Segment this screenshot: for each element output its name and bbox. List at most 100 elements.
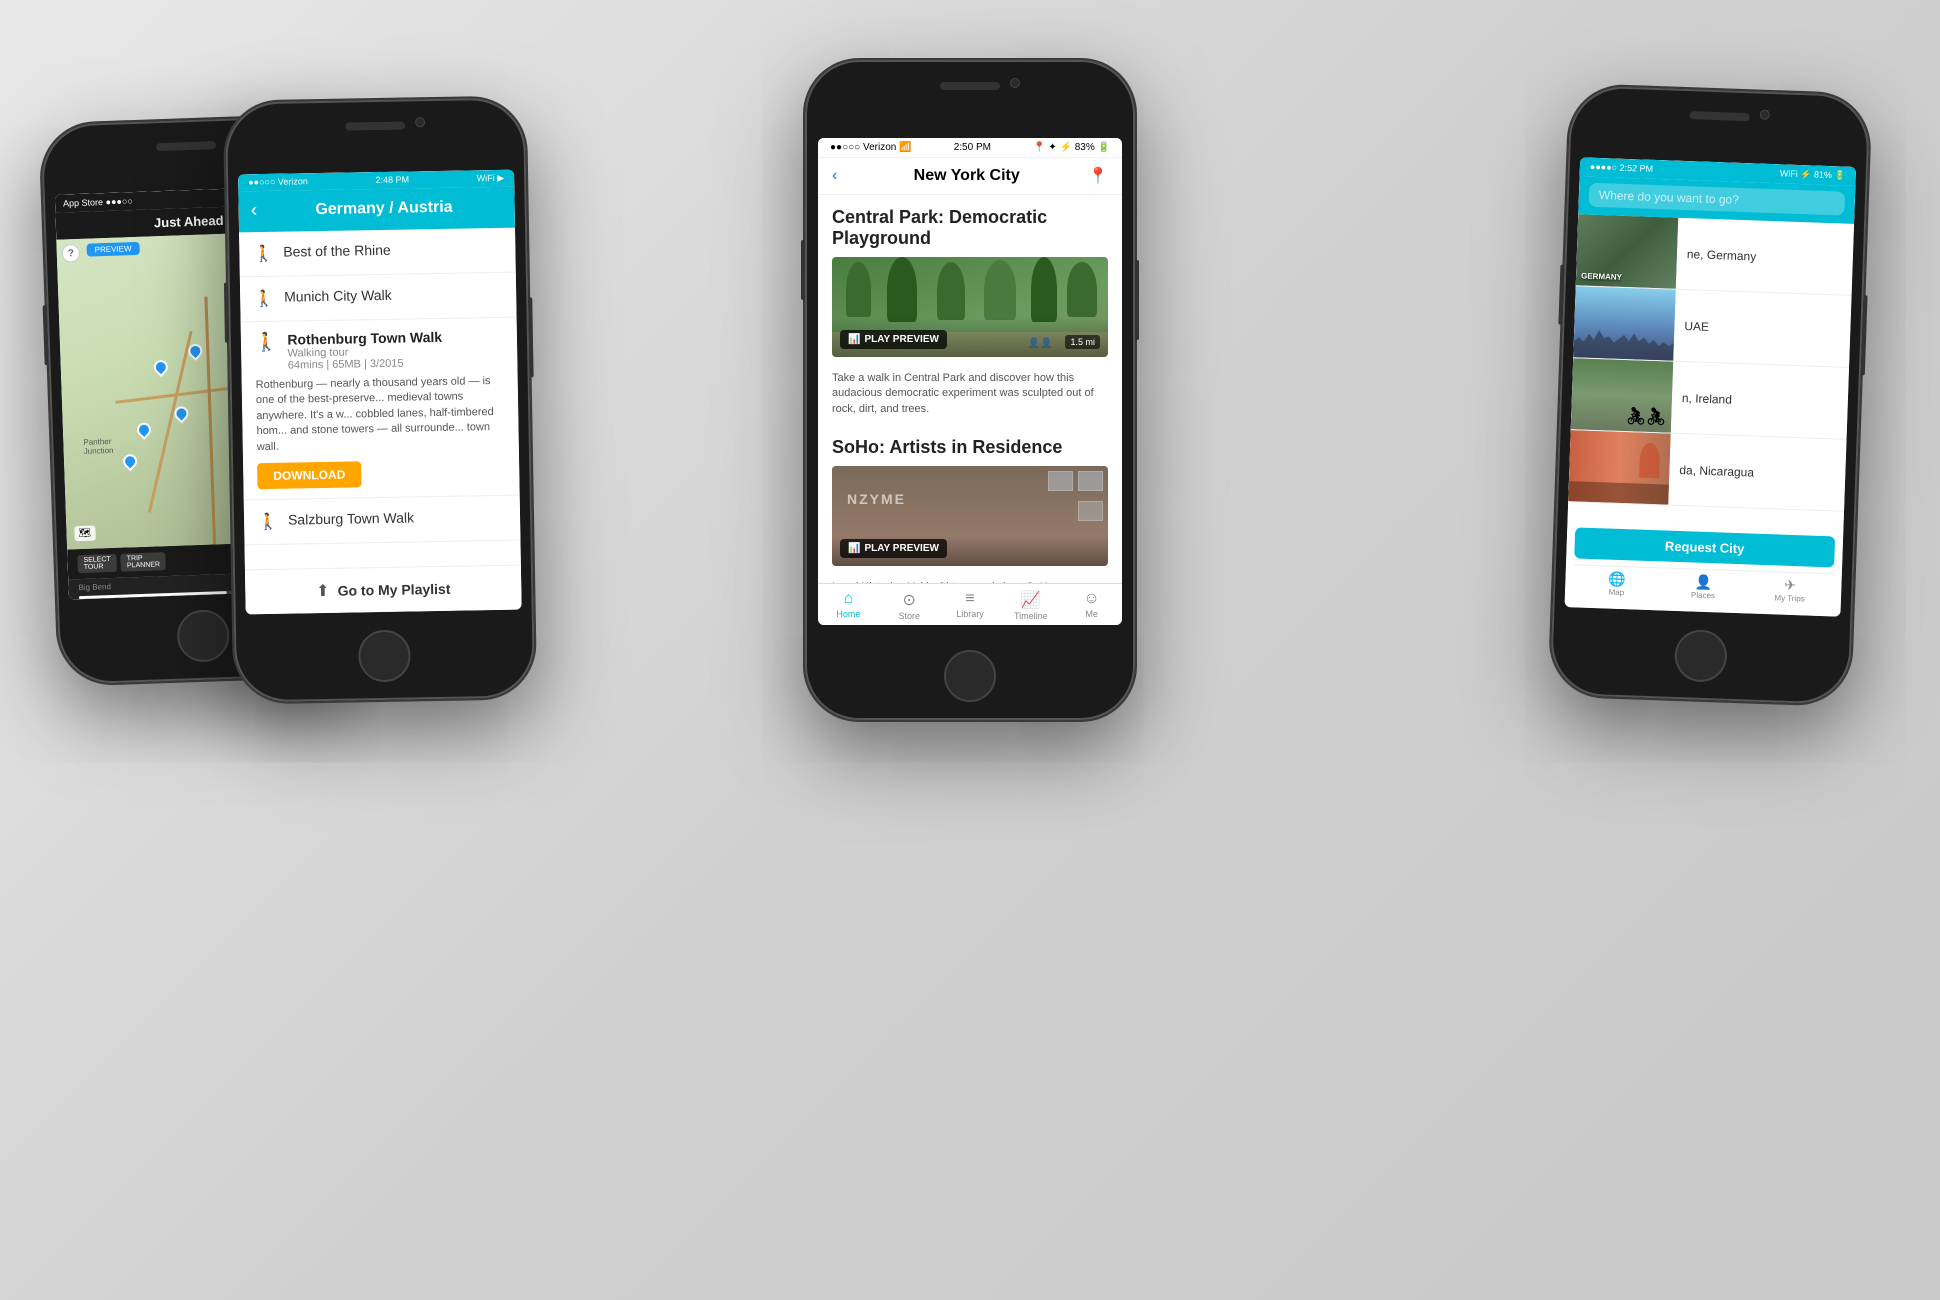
walk-icon-1: 🚶 xyxy=(253,244,273,264)
select-tour-btn[interactable]: SELECTTOUR xyxy=(77,554,117,573)
map-pin xyxy=(151,357,171,377)
status-right-2: WiFi ▶ xyxy=(477,173,505,184)
expanded-description: Rothenburg — nearly a thousand years old… xyxy=(256,374,505,455)
trip-planner-btn[interactable]: TRIPPLANNER xyxy=(121,552,167,572)
back-button-3[interactable]: ‹ xyxy=(832,167,837,185)
uae-label: UAE xyxy=(1674,318,1719,334)
speaker-1 xyxy=(156,141,216,151)
travel-tab-bar: 🌐 Map 👤 Places ✈ My Trips xyxy=(1573,564,1834,608)
camera-2 xyxy=(415,117,425,127)
walk-icon-2: 🚶 xyxy=(254,289,274,309)
play-preview-1[interactable]: 📊 PLAY PREVIEW xyxy=(840,330,947,349)
location-icon: 📍 xyxy=(1088,166,1108,186)
playlist-screen: ●●○○○ Verizon 2:48 PM WiFi ▶ ‹ Germany /… xyxy=(238,170,522,615)
ireland-image: 🚴🚴 xyxy=(1571,358,1673,432)
nyc-nav-bar: ‹ New York City 📍 xyxy=(818,158,1122,195)
speaker-4 xyxy=(1690,111,1750,121)
tab-library[interactable]: ≡ Library xyxy=(940,590,1001,621)
status-signal-2: ●●○○○ Verizon xyxy=(248,176,308,188)
germany-image: GERMANY xyxy=(1576,214,1678,288)
map-icon[interactable]: 🗺 xyxy=(74,526,95,542)
status-bar-3: ●●○○○ Verizon 📶 2:50 PM 📍 ✦ ⚡ 83% 🔋 xyxy=(818,138,1122,158)
travel-item-nicaragua[interactable]: da, Nicaragua xyxy=(1568,430,1846,512)
phone-playlist: ●●○○○ Verizon 2:48 PM WiFi ▶ ‹ Germany /… xyxy=(225,97,535,702)
list-item[interactable]: 🚶 Munich City Walk xyxy=(240,273,517,323)
travel-footer: Request City 🌐 Map 👤 Places ✈ My Trips xyxy=(1565,519,1844,617)
tab-me[interactable]: ☺ Me xyxy=(1061,590,1122,621)
home-button-3[interactable] xyxy=(944,650,996,702)
section-title-2: SoHo: Artists in Residence xyxy=(832,437,1108,458)
section-desc-1: Take a walk in Central Park and discover… xyxy=(818,371,1122,425)
central-park-image: 👤👤 📊 PLAY PREVIEW 1.5 mi xyxy=(832,257,1108,357)
map-pin-4 xyxy=(120,451,140,471)
nyc-tab-bar: ⌂ Home ⊙ Store ≡ Library 📈 Timeline ☺ xyxy=(818,583,1122,625)
camera-3 xyxy=(1010,78,1020,88)
share-icon: ⬆ xyxy=(316,581,330,601)
travel-item-germany[interactable]: GERMANY ne, Germany xyxy=(1576,214,1854,296)
status-signal-4: ●●●●○ 2:52 PM xyxy=(1590,162,1654,175)
search-placeholder: Where do you want to go? xyxy=(1599,188,1739,207)
playlist-title: Germany / Austria xyxy=(265,197,503,219)
home-button-1[interactable] xyxy=(176,609,230,663)
status-right-4: WiFi ⚡ 81% 🔋 xyxy=(1780,168,1846,181)
request-city-button[interactable]: Request City xyxy=(1574,527,1835,567)
status-time-2: 2:48 PM xyxy=(375,174,409,186)
playlist-items: 🚶 Best of the Rhine 🚶 Munich City Walk 🚶 xyxy=(239,228,521,570)
uae-image xyxy=(1573,286,1675,360)
preview-button[interactable]: PREVIEW xyxy=(86,242,139,257)
list-item[interactable]: 🚶 Salzburg Town Walk xyxy=(244,496,521,546)
camera-4 xyxy=(1760,110,1770,120)
info-button[interactable]: ? xyxy=(61,244,80,263)
duration-badge: 1.5 mi xyxy=(1065,335,1100,349)
status-signal-3: ●●○○○ Verizon 📶 xyxy=(830,142,912,153)
download-button[interactable]: DOWNLOAD xyxy=(257,461,361,489)
play-preview-2[interactable]: 📊 PLAY PREVIEW xyxy=(840,539,947,558)
track-name: Big Bend xyxy=(78,582,111,592)
speaker-3 xyxy=(940,82,1000,90)
home-button-2[interactable] xyxy=(358,630,411,683)
travel-tab-map[interactable]: 🌐 Map xyxy=(1573,569,1661,598)
travel-item-uae[interactable]: UAE xyxy=(1573,286,1851,368)
tab-store[interactable]: ⊙ Store xyxy=(879,590,940,621)
ireland-label: n, Ireland xyxy=(1672,390,1742,406)
list-item[interactable]: 🚶 Best of the Rhine xyxy=(239,228,516,278)
home-button-4[interactable] xyxy=(1674,629,1728,683)
tour-buttons: SELECTTOUR TRIPPLANNER xyxy=(77,552,166,573)
germany-label: ne, Germany xyxy=(1677,246,1767,263)
travel-item-ireland[interactable]: 🚴🚴 n, Ireland xyxy=(1571,358,1849,440)
item-name-4: Salzburg Town Walk xyxy=(288,508,506,528)
playlist-header: ‹ Germany / Austria xyxy=(238,187,515,233)
tab-home[interactable]: ⌂ Home xyxy=(818,590,879,621)
nyc-screen: ●●○○○ Verizon 📶 2:50 PM 📍 ✦ ⚡ 83% 🔋 ‹ Ne… xyxy=(818,138,1122,625)
item-name-1: Best of the Rhine xyxy=(283,240,501,260)
tab-timeline[interactable]: 📈 Timeline xyxy=(1000,590,1061,621)
status-time-3: 2:50 PM xyxy=(954,142,991,153)
playlist-footer[interactable]: ⬆ Go to My Playlist xyxy=(245,565,522,615)
central-park-section: Central Park: Democratic Playground xyxy=(818,195,1122,371)
expanded-meta: 64mins | 65MB | 3/2015 xyxy=(288,357,443,372)
item-name-2: Munich City Walk xyxy=(284,285,502,305)
go-playlist-button[interactable]: Go to My Playlist xyxy=(337,581,450,599)
map-pin-3 xyxy=(135,420,155,440)
travel-tab-places[interactable]: 👤 Places xyxy=(1660,572,1748,601)
walk-icon-3: 🚶 xyxy=(255,332,278,353)
status-battery-3: 📍 ✦ ⚡ 83% 🔋 xyxy=(1033,142,1110,153)
phone-travel: ●●●●○ 2:52 PM WiFi ⚡ 81% 🔋 Where do you … xyxy=(1549,85,1870,705)
travel-screen: ●●●●○ 2:52 PM WiFi ⚡ 81% 🔋 Where do you … xyxy=(1565,157,1857,616)
nyc-title: New York City xyxy=(845,167,1088,185)
phone-nyc: ●●○○○ Verizon 📶 2:50 PM 📍 ✦ ⚡ 83% 🔋 ‹ Ne… xyxy=(805,60,1135,720)
travel-list: GERMANY ne, Germany UAE xyxy=(1568,214,1854,528)
status-left-1: App Store ●●●○○ xyxy=(63,196,133,208)
search-input[interactable]: Where do you want to go? xyxy=(1588,183,1845,216)
expanded-title: Rothenburg Town Walk xyxy=(287,329,442,348)
nicaragua-label: da, Nicaragua xyxy=(1669,462,1764,479)
travel-tab-mytrips[interactable]: ✈ My Trips xyxy=(1746,575,1834,604)
expanded-item: 🚶 Rothenburg Town Walk Walking tour 64mi… xyxy=(241,318,520,501)
nicaragua-image xyxy=(1568,430,1670,504)
soho-section: SoHo: Artists in Residence NZYME xyxy=(818,425,1122,580)
soho-image: NZYME 📊 PLAY PREVIEW xyxy=(832,466,1108,566)
speaker-2 xyxy=(345,122,405,131)
progress-fill xyxy=(79,591,227,599)
section-title-1: Central Park: Democratic Playground xyxy=(832,207,1108,249)
back-button-2[interactable]: ‹ xyxy=(250,199,257,222)
